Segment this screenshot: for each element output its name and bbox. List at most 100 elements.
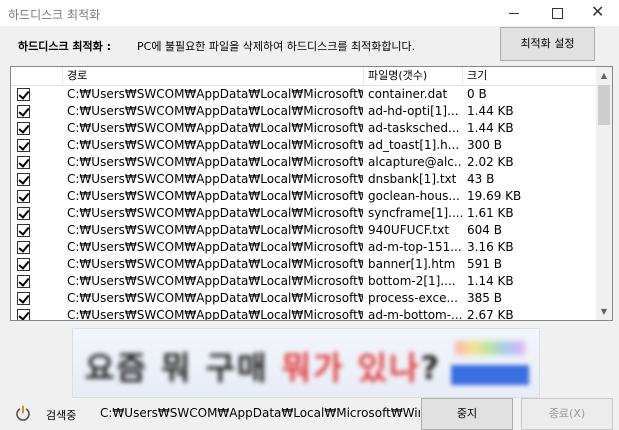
ad-badge [451,365,529,385]
maximize-button[interactable] [535,0,581,26]
close-icon: ✕ [591,2,605,21]
row-filename: ad-hd-opti[1]... [368,104,459,118]
row-size: 1.44 KB [467,121,514,135]
row-checkbox[interactable] [17,190,30,203]
column-header-filename[interactable]: 파일명(갯수) [364,67,463,85]
status-label: 검색중 [46,409,77,422]
row-path: C:₩Users₩SWCOM₩AppData₩Local₩Microsoft₩.… [67,240,363,254]
row-filename: syncframe[1].... [368,206,462,220]
app-window: 하드디스크 최적화 ✕ 하드디스크 최적화 : PC에 불필요한 파일을 삭제하… [0,0,619,430]
file-list[interactable]: 경로 파일명(갯수) 크기 C:₩Users₩SWCOM₩AppData₩Loc… [10,66,613,321]
table-row[interactable]: C:₩Users₩SWCOM₩AppData₩Local₩Microsoft₩.… [11,205,597,222]
row-filename: ad-tasksched... [368,121,460,135]
row-size: 604 B [467,223,502,237]
ad-banner[interactable]: 요즘 뭐 구매 뭐가 있나? [72,328,540,398]
row-size: 43 B [467,172,495,186]
row-checkbox[interactable] [17,292,30,305]
row-path: C:₩Users₩SWCOM₩AppData₩Local₩Microsoft₩.… [67,257,363,271]
row-filename: 940UFUCF.txt [368,223,450,237]
ad-decoration [455,341,525,355]
current-scan-path: C:₩Users₩SWCOM₩AppData₩Local₩Microsoft₩W… [100,406,420,420]
row-size: 2.67 KB [467,308,514,321]
table-row[interactable]: C:₩Users₩SWCOM₩AppData₩Local₩Microsoft₩.… [11,188,597,205]
row-size: 1.61 KB [467,206,514,220]
row-path: C:₩Users₩SWCOM₩AppData₩Local₩Microsoft₩.… [67,189,363,203]
row-path: C:₩Users₩SWCOM₩AppData₩Local₩Microsoft₩.… [67,155,363,169]
table-row[interactable]: C:₩Users₩SWCOM₩AppData₩Local₩Microsoft₩.… [11,171,597,188]
window-title: 하드디스크 최적화 [8,8,101,22]
row-path: C:₩Users₩SWCOM₩AppData₩Local₩Microsoft₩.… [67,291,363,305]
row-checkbox[interactable] [17,173,30,186]
power-icon [16,405,30,421]
table-row[interactable]: C:₩Users₩SWCOM₩AppData₩Local₩Microsoft₩.… [11,103,597,120]
table-row[interactable]: C:₩Users₩SWCOM₩AppData₩Local₩Microsoft₩.… [11,256,597,273]
minimize-icon [509,13,519,14]
row-size: 3.16 KB [467,240,514,254]
row-filename: goclean-hous... [368,189,460,203]
row-size: 385 B [467,291,502,305]
row-path: C:₩Users₩SWCOM₩AppData₩Local₩Microsoft₩.… [67,223,363,237]
scroll-down-icon[interactable]: ▼ [596,303,612,320]
list-header: 경로 파일명(갯수) 크기 [11,67,597,86]
table-row[interactable]: C:₩Users₩SWCOM₩AppData₩Local₩Microsoft₩.… [11,86,597,103]
row-checkbox[interactable] [17,122,30,135]
table-row[interactable]: C:₩Users₩SWCOM₩AppData₩Local₩Microsoft₩.… [11,154,597,171]
minimize-button[interactable] [491,0,537,26]
row-checkbox[interactable] [17,224,30,237]
scroll-thumb[interactable] [598,85,610,125]
row-checkbox[interactable] [17,88,30,101]
row-filename: dnsbank[1].txt [368,172,457,186]
close-button[interactable]: ✕ [577,0,619,26]
row-checkbox[interactable] [17,309,30,320]
row-size: 591 B [467,257,502,271]
row-checkbox[interactable] [17,258,30,271]
row-size: 0 B [467,87,487,101]
optimize-settings-button[interactable]: 최적화 설정 [500,27,595,61]
row-checkbox[interactable] [17,139,30,152]
stop-button[interactable]: 중지 [421,398,513,430]
maximize-icon [552,8,563,19]
row-size: 1.44 KB [467,104,514,118]
row-checkbox[interactable] [17,105,30,118]
row-size: 300 B [467,138,502,152]
ad-text: 요즘 뭐 구매 뭐가 있나? [85,349,442,387]
row-checkbox[interactable] [17,275,30,288]
row-filename: banner[1].htm [368,257,456,271]
row-filename: container.dat [368,87,448,101]
row-checkbox[interactable] [17,241,30,254]
table-row[interactable]: C:₩Users₩SWCOM₩AppData₩Local₩Microsoft₩.… [11,239,597,256]
column-header-size[interactable]: 크기 [463,67,597,85]
column-header-check[interactable] [11,67,63,85]
table-row[interactable]: C:₩Users₩SWCOM₩AppData₩Local₩Microsoft₩.… [11,120,597,137]
row-path: C:₩Users₩SWCOM₩AppData₩Local₩Microsoft₩.… [67,274,363,288]
section-description: PC에 불필요한 파일을 삭제하여 하드디스크를 최적화합니다. [137,40,416,53]
table-row[interactable]: C:₩Users₩SWCOM₩AppData₩Local₩Microsoft₩.… [11,273,597,290]
section-label: 하드디스크 최적화 : [18,40,112,53]
row-path: C:₩Users₩SWCOM₩AppData₩Local₩Microsoft₩.… [67,138,363,152]
row-filename: process-exce... [368,291,458,305]
row-filename: ad_toast[1].h... [368,138,460,152]
row-path: C:₩Users₩SWCOM₩AppData₩Local₩Microsoft₩.… [67,206,363,220]
table-row[interactable]: C:₩Users₩SWCOM₩AppData₩Local₩Microsoft₩.… [11,307,597,321]
row-size: 19.69 KB [467,189,522,203]
row-checkbox[interactable] [17,207,30,220]
row-path: C:₩Users₩SWCOM₩AppData₩Local₩Microsoft₩.… [67,121,363,135]
row-path: C:₩Users₩SWCOM₩AppData₩Local₩Microsoft₩.… [67,104,363,118]
row-size: 1.14 KB [467,274,514,288]
row-path: C:₩Users₩SWCOM₩AppData₩Local₩Microsoft₩.… [67,87,363,101]
row-path: C:₩Users₩SWCOM₩AppData₩Local₩Microsoft₩.… [67,308,363,321]
row-filename: ad-m-top-151... [368,240,462,254]
table-row[interactable]: C:₩Users₩SWCOM₩AppData₩Local₩Microsoft₩.… [11,290,597,307]
table-row[interactable]: C:₩Users₩SWCOM₩AppData₩Local₩Microsoft₩.… [11,137,597,154]
exit-button[interactable]: 종료(X) [521,398,613,430]
row-checkbox[interactable] [17,156,30,169]
column-header-path[interactable]: 경로 [63,67,364,85]
row-path: C:₩Users₩SWCOM₩AppData₩Local₩Microsoft₩.… [67,172,363,186]
list-body: C:₩Users₩SWCOM₩AppData₩Local₩Microsoft₩.… [11,86,597,321]
table-row[interactable]: C:₩Users₩SWCOM₩AppData₩Local₩Microsoft₩.… [11,222,597,239]
row-size: 2.02 KB [467,155,514,169]
row-filename: ad-m-bottom-... [368,308,462,321]
vertical-scrollbar[interactable]: ▲ ▼ [596,67,612,320]
scroll-up-icon[interactable]: ▲ [596,67,612,84]
row-filename: bottom-2[1].... [368,274,456,288]
